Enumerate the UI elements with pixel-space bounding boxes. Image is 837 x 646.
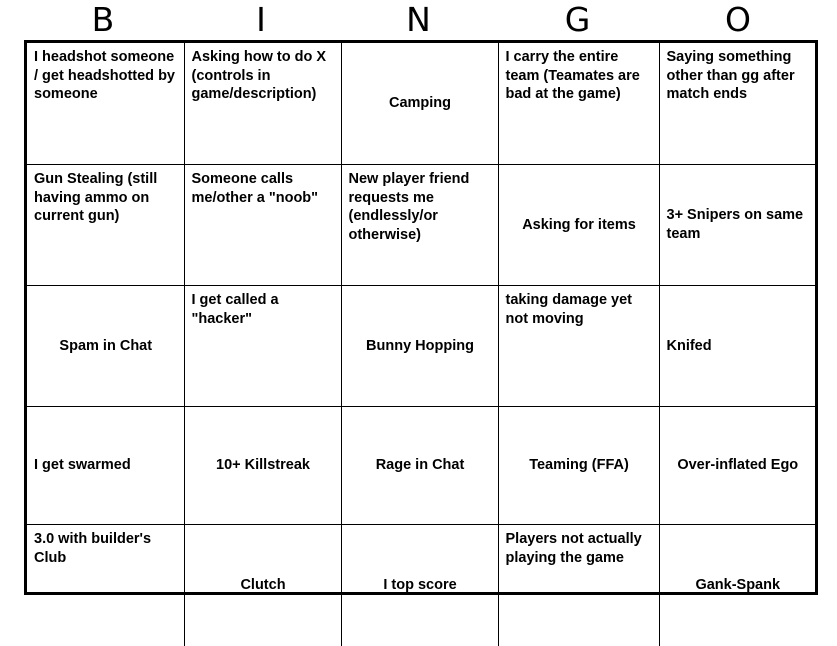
bingo-cell-o2[interactable]: 3+ Snipers on same team — [659, 165, 815, 286]
bingo-header-row: B I N G O — [24, 0, 818, 40]
bingo-cell-n4-text: Rage in Chat — [349, 456, 492, 475]
bingo-cell-n3-text: Bunny Hopping — [349, 337, 492, 356]
bingo-cell-b5[interactable]: 3.0 with builder's Club — [27, 525, 184, 646]
bingo-cell-o2-text: 3+ Snipers on same team — [667, 206, 810, 243]
bingo-cell-o3[interactable]: Knifed — [659, 286, 815, 407]
bingo-row-1: I headshot someone / get headshotted by … — [27, 43, 815, 165]
bingo-cell-g5-text: Players not actually playing the game — [506, 530, 653, 567]
bingo-cell-o1-text: Saying something other than gg after mat… — [667, 48, 810, 104]
bingo-cell-b3[interactable]: Spam in Chat — [27, 286, 184, 407]
bingo-cell-b4[interactable]: I get swarmed — [27, 407, 184, 525]
bingo-cell-n5-text: I top score — [349, 576, 492, 595]
bingo-cell-n3[interactable]: Bunny Hopping — [341, 286, 498, 407]
bingo-cell-b5-text: 3.0 with builder's Club — [34, 530, 178, 567]
bingo-cell-g3[interactable]: taking damage yet not moving — [498, 286, 659, 407]
bingo-cell-g2[interactable]: Asking for items — [498, 165, 659, 286]
bingo-header-letter-g: G — [497, 0, 658, 40]
bingo-cell-g1-text: I carry the entire team (Teamates are ba… — [506, 48, 653, 104]
bingo-cell-o3-text: Knifed — [667, 337, 810, 356]
bingo-row-3: Spam in Chat I get called a "hacker" Bun… — [27, 286, 815, 407]
bingo-cell-i2[interactable]: Someone calls me/other a "noob" — [184, 165, 341, 286]
bingo-cell-b1[interactable]: I headshot someone / get headshotted by … — [27, 43, 184, 165]
bingo-cell-i2-text: Someone calls me/other a "noob" — [192, 170, 335, 207]
bingo-cell-i3[interactable]: I get called a "hacker" — [184, 286, 341, 407]
bingo-cell-n2[interactable]: New player friend requests me (endlessly… — [341, 165, 498, 286]
bingo-cell-g3-text: taking damage yet not moving — [506, 291, 653, 328]
bingo-header-letter-n: N — [340, 0, 497, 40]
bingo-cell-g1[interactable]: I carry the entire team (Teamates are ba… — [498, 43, 659, 165]
bingo-cell-i5[interactable]: Clutch — [184, 525, 341, 646]
bingo-cell-o4[interactable]: Over-inflated Ego — [659, 407, 815, 525]
bingo-header-letter-o: O — [658, 0, 818, 40]
bingo-cell-g4[interactable]: Teaming (FFA) — [498, 407, 659, 525]
bingo-row-2: Gun Stealing (still having ammo on curre… — [27, 165, 815, 286]
bingo-row-4: I get swarmed 10+ Killstreak Rage in Cha… — [27, 407, 815, 525]
bingo-cell-n1[interactable]: Camping — [341, 43, 498, 165]
bingo-header-letter-i: I — [182, 0, 340, 40]
bingo-cell-g5[interactable]: Players not actually playing the game — [498, 525, 659, 646]
bingo-cell-o5[interactable]: Gank-Spank — [659, 525, 815, 646]
bingo-cell-g2-text: Asking for items — [506, 216, 653, 235]
bingo-grid: I headshot someone / get headshotted by … — [24, 40, 818, 595]
bingo-cell-i5-text: Clutch — [192, 576, 335, 595]
bingo-cell-n4[interactable]: Rage in Chat — [341, 407, 498, 525]
bingo-cell-b2-text: Gun Stealing (still having ammo on curre… — [34, 170, 178, 226]
bingo-cell-i4-text: 10+ Killstreak — [192, 456, 335, 475]
bingo-cell-i1-text: Asking how to do X (controls in game/des… — [192, 48, 335, 104]
bingo-cell-n1-text: Camping — [349, 94, 492, 113]
bingo-card: B I N G O I headshot someone / get heads… — [0, 0, 837, 611]
bingo-cell-o4-text: Over-inflated Ego — [667, 456, 810, 475]
bingo-cell-b2[interactable]: Gun Stealing (still having ammo on curre… — [27, 165, 184, 286]
bingo-cell-i3-text: I get called a "hacker" — [192, 291, 335, 328]
bingo-cell-o1[interactable]: Saying something other than gg after mat… — [659, 43, 815, 165]
bingo-cell-n2-text: New player friend requests me (endlessly… — [349, 170, 492, 244]
bingo-cell-n5[interactable]: I top score — [341, 525, 498, 646]
bingo-cell-i1[interactable]: Asking how to do X (controls in game/des… — [184, 43, 341, 165]
bingo-cell-b4-text: I get swarmed — [34, 456, 178, 475]
bingo-table: I headshot someone / get headshotted by … — [27, 43, 815, 646]
bingo-header-letter-b: B — [24, 0, 182, 40]
bingo-cell-b1-text: I headshot someone / get headshotted by … — [34, 48, 178, 104]
bingo-cell-o5-text: Gank-Spank — [667, 576, 810, 595]
bingo-row-5: 3.0 with builder's Club Clutch I top sco… — [27, 525, 815, 646]
bingo-cell-b3-text: Spam in Chat — [34, 337, 178, 356]
bingo-cell-g4-text: Teaming (FFA) — [506, 456, 653, 475]
bingo-cell-i4[interactable]: 10+ Killstreak — [184, 407, 341, 525]
